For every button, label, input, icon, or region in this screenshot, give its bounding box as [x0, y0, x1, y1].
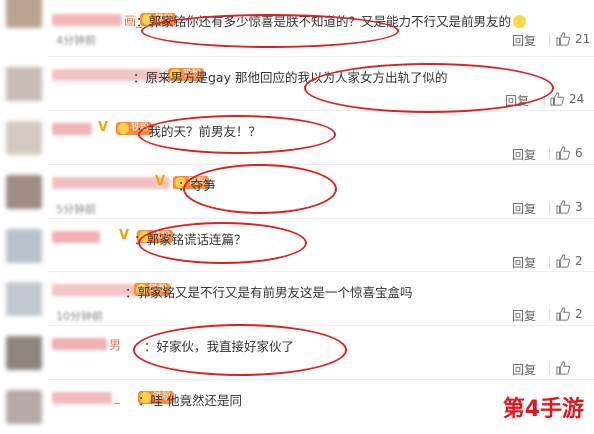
avatar[interactable] [6, 121, 42, 155]
like-count: 2 [575, 307, 583, 321]
like-count: 21 [575, 32, 591, 46]
action-divider [549, 256, 550, 268]
comment-time: 10分钟前 [56, 310, 103, 323]
avatar[interactable] [6, 390, 42, 424]
comment-text-content: ：哇 他竟然还是同 [138, 393, 242, 408]
action-divider [549, 202, 550, 214]
highlight-circle-annotation [183, 164, 337, 214]
like-count: 3 [575, 200, 583, 214]
avatar[interactable] [6, 336, 42, 370]
like-count: 6 [575, 146, 583, 160]
username-blurred[interactable] [52, 177, 170, 189]
avatar[interactable] [6, 0, 42, 28]
highlight-circle-annotation [304, 63, 554, 113]
avatar[interactable] [6, 175, 42, 209]
reply-button[interactable]: 回复 [512, 200, 536, 217]
username-blurred[interactable] [52, 123, 92, 135]
thumbs-up-icon[interactable] [556, 307, 570, 321]
vip-v-icon: V [98, 120, 109, 135]
thumbs-up-icon[interactable] [556, 32, 570, 46]
watermark: 第4手游 [502, 397, 584, 422]
highlight-circle-annotation [138, 222, 307, 264]
like-count: 2 [575, 254, 583, 268]
vip-v-icon: V [119, 228, 130, 243]
comment-time: 5分钟前 [56, 203, 96, 216]
highlight-circle-annotation [138, 115, 336, 154]
thumbs-up-icon[interactable] [556, 361, 570, 375]
comment-text: ：哇 他竟然还是同 [138, 390, 242, 409]
action-divider [549, 34, 550, 46]
comment-text-content: ：郭家铭又是不行又是有前男友这是一个惊喜宝盒吗 [125, 285, 413, 300]
avatar[interactable] [6, 67, 42, 101]
username-blurred[interactable] [52, 392, 112, 404]
avatar[interactable] [6, 229, 42, 263]
avatar[interactable] [6, 282, 42, 316]
comment-text: ：郭家铭又是不行又是有前男友这是一个惊喜宝盒吗 [125, 282, 413, 301]
like-count: 24 [569, 92, 585, 106]
thumbs-up-icon[interactable] [550, 92, 564, 106]
thumbs-up-icon[interactable] [556, 200, 570, 214]
comment-item: 铁粉 ：郭家铭又是不行又是有前男友这是一个惊喜宝盒吗 10分钟前 回复 2 [0, 272, 594, 326]
reply-button[interactable]: 回复 [512, 361, 536, 378]
reply-button[interactable]: 回复 [512, 146, 536, 163]
action-divider [549, 309, 550, 321]
action-divider [549, 148, 550, 160]
username-blurred[interactable] [52, 14, 122, 26]
emoji-icon [513, 15, 527, 28]
vip-v-icon: V [155, 174, 166, 189]
comment-time: 4分钟前 [56, 34, 96, 47]
username-visible-tail[interactable]: _ [114, 390, 120, 404]
username-visible-tail[interactable]: 男 [109, 336, 121, 353]
reply-button[interactable]: 回复 [512, 32, 536, 49]
reply-button[interactable]: 回复 [512, 254, 536, 271]
reply-button[interactable]: 回复 [512, 307, 536, 324]
thumbs-up-icon[interactable] [556, 254, 570, 268]
username-blurred[interactable] [52, 338, 107, 350]
thumbs-up-icon[interactable] [556, 146, 570, 160]
highlight-circle-annotation [141, 14, 399, 48]
action-divider [549, 363, 550, 375]
highlight-circle-annotation [133, 324, 347, 376]
username-blurred[interactable] [52, 231, 100, 243]
